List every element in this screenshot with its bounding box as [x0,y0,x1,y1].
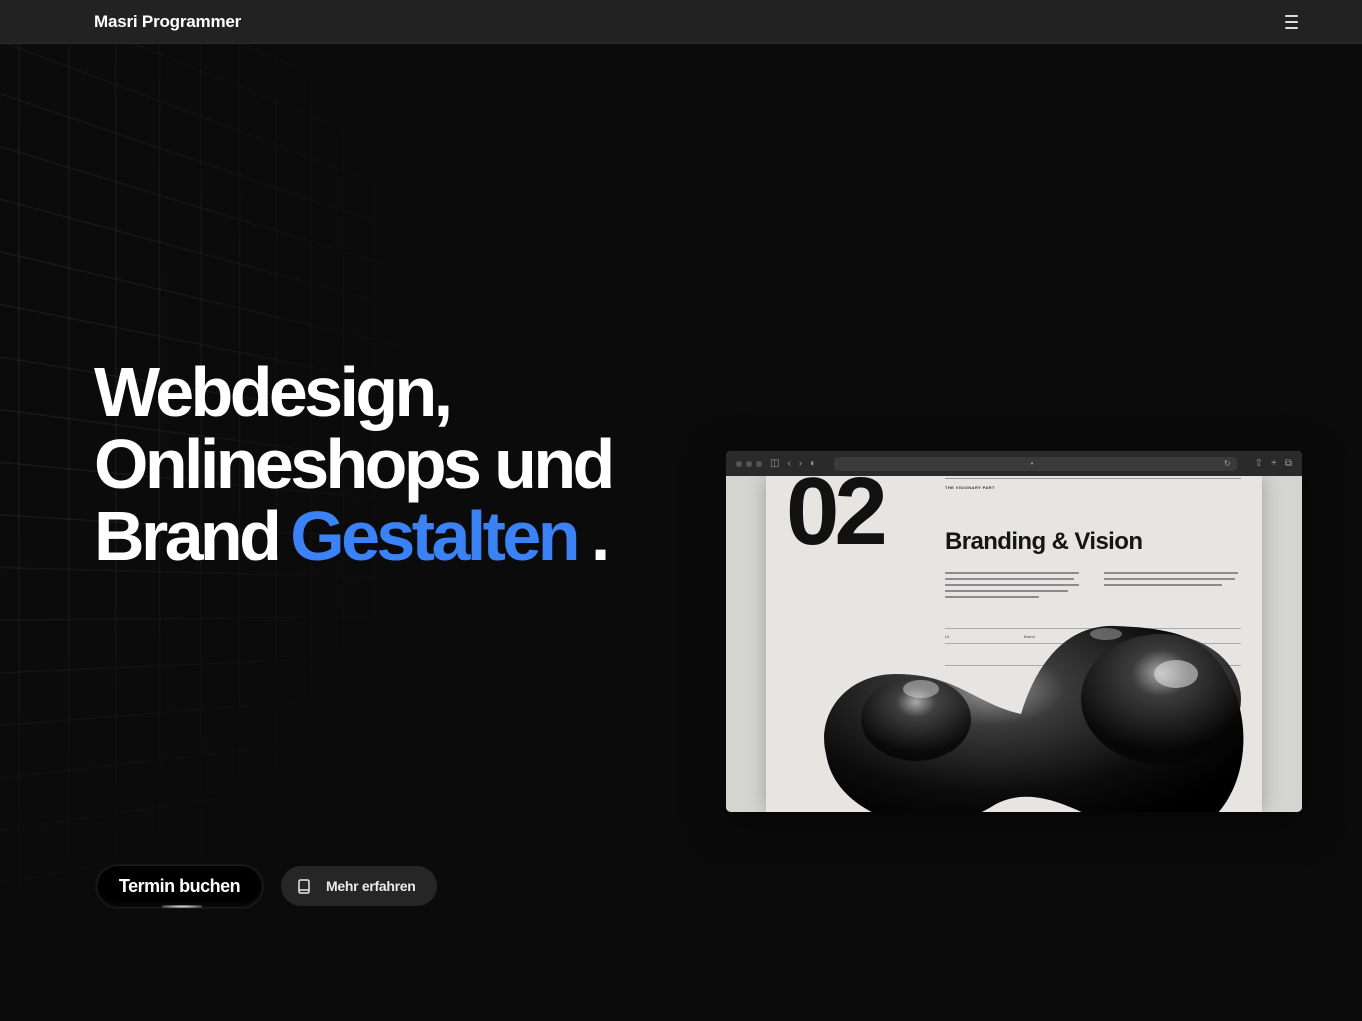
book-appointment-button[interactable]: Termin buchen [96,865,263,908]
section-number: 02 [786,476,888,565]
headline-brand-word: Brand [94,497,282,575]
body-text-placeholder [1104,572,1238,590]
headline-period: . [590,497,610,575]
headline-line-3: Brand Gestalten. [94,500,694,572]
window-dot [756,460,762,467]
browser-content: 02 THE VISIONARY PART Branding & Vision … [726,476,1302,812]
learn-more-button[interactable]: Mehr erfahren [281,866,437,906]
menu-bar [1285,14,1298,17]
page: Masri Programmer Webdesign, Onlineshops … [0,0,1362,1021]
hamburger-menu-icon[interactable] [1282,14,1300,29]
brand-logo[interactable]: Masri Programmer [94,12,241,32]
menu-bar [1285,20,1298,23]
browser-mockup-image: ◫ ‹ › ◐ • ↻ ⇧ + ⧉ 02 THE VISIONARY PART … [726,451,1302,812]
browser-toolbar: ◫ ‹ › ◐ • ↻ ⇧ + ⧉ [726,451,1302,476]
headline-accent-word: Gestalten [290,497,580,575]
tabs-overview-icon: ⧉ [1284,457,1292,469]
sidebar-icon: ◫ [770,457,780,469]
section-title: Branding & Vision [945,528,1143,555]
book-icon [298,878,310,894]
lock-icon: • [1030,459,1034,468]
button-glow [162,905,202,908]
section-kicker: THE VISIONARY PART [945,485,995,490]
learn-more-label: Mehr erfahren [326,878,416,894]
window-dot [736,460,742,467]
hero-headline: Webdesign, Onlineshops und Brand Gestalte… [94,356,694,572]
body-text-placeholder [945,572,1079,602]
window-controls [736,460,762,467]
reload-icon: ↻ [1223,459,1231,468]
3d-blob-illustration [824,625,1244,812]
headline-line-1: Webdesign, [94,353,453,431]
window-dot [746,460,752,467]
menu-bar [1285,26,1298,29]
divider [945,478,1241,479]
navbar: Masri Programmer [0,0,1362,44]
headline-line-2: Onlineshops und [94,425,615,503]
shield-icon: ◐ [810,457,817,469]
address-bar: • ↻ [834,456,1237,471]
new-tab-icon: + [1271,457,1277,469]
forward-arrow-icon: › [798,457,803,469]
back-arrow-icon: ‹ [787,457,791,469]
share-icon: ⇧ [1254,457,1264,469]
